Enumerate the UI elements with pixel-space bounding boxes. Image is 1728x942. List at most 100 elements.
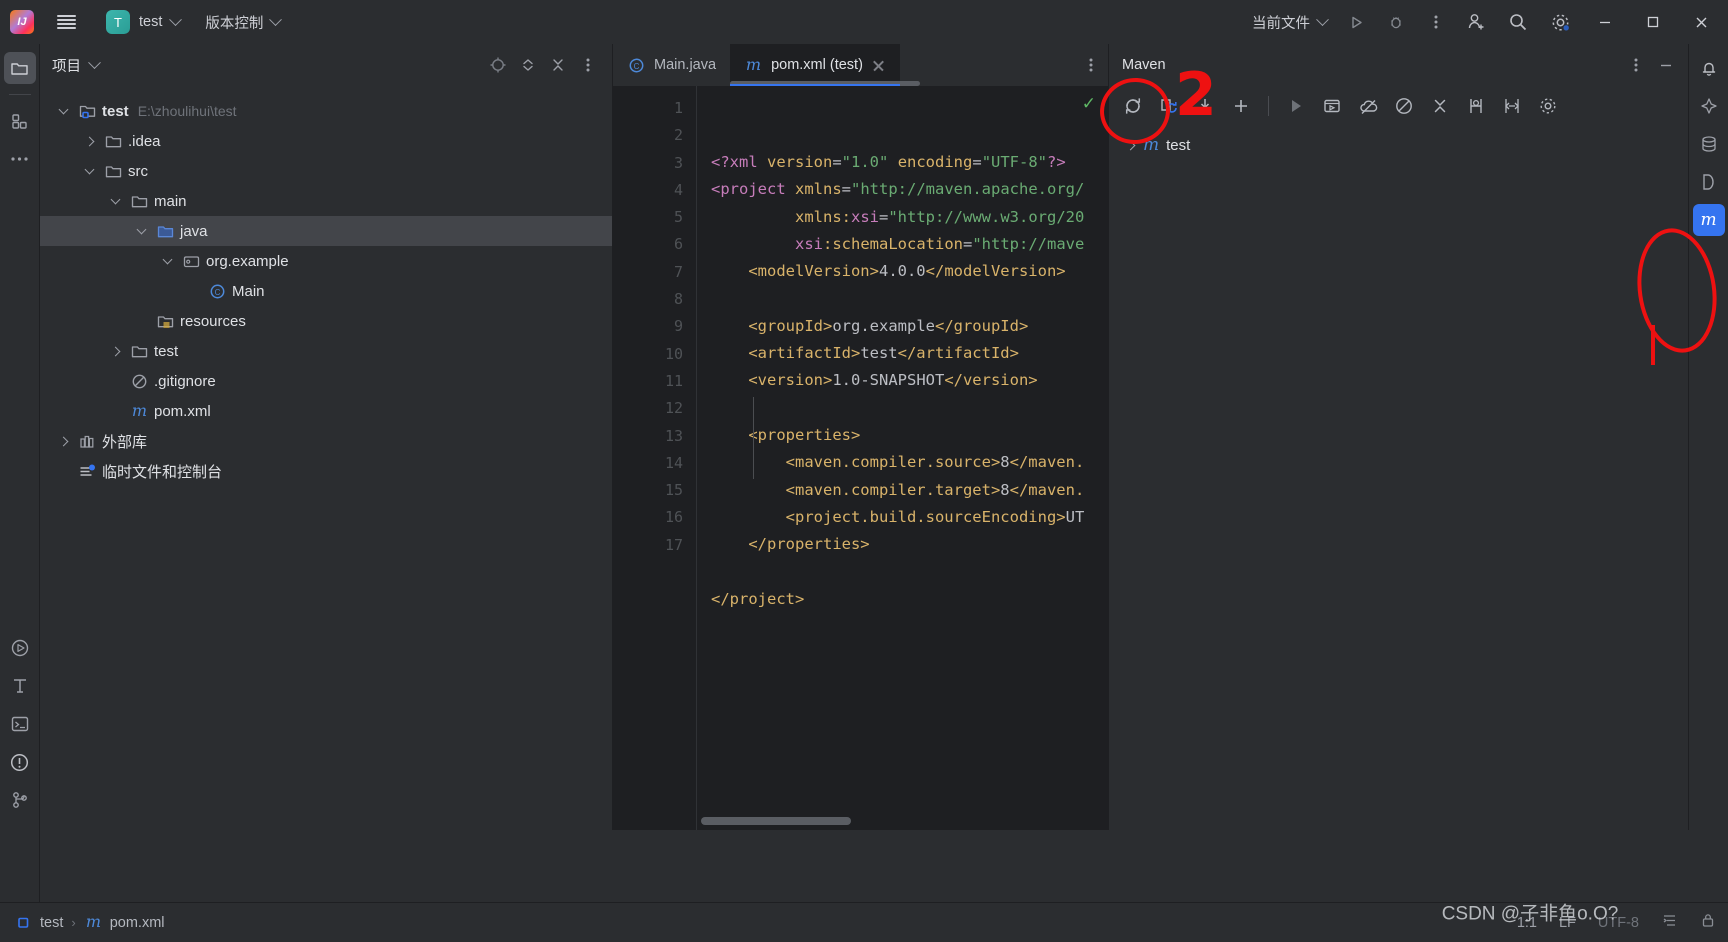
problems-tool-icon[interactable] bbox=[4, 746, 36, 778]
maven-tool-icon[interactable]: m bbox=[1692, 204, 1725, 236]
bottom-strip bbox=[0, 830, 1728, 902]
run-maven-goal-icon[interactable] bbox=[1280, 91, 1312, 121]
dependencies-icon[interactable] bbox=[1693, 166, 1725, 198]
project-tool-icon[interactable] bbox=[3, 52, 36, 84]
editor-tab-pom-xml[interactable]: m pom.xml (test) bbox=[730, 44, 921, 86]
database-icon[interactable] bbox=[1693, 128, 1725, 160]
collapse-all-icon[interactable] bbox=[544, 51, 572, 79]
code-token: 1.0-SNAPSHOT bbox=[832, 371, 945, 390]
show-dependencies-icon[interactable] bbox=[1460, 91, 1492, 121]
notifications-bell-icon[interactable] bbox=[1693, 52, 1725, 84]
tree-item-label: Main bbox=[232, 282, 265, 300]
more-tool-windows-icon[interactable] bbox=[4, 143, 36, 175]
project-tree-item-test[interactable]: test E:\zhoulihui\test bbox=[40, 96, 612, 126]
add-user-icon[interactable] bbox=[1456, 2, 1496, 42]
run-tool-icon[interactable] bbox=[4, 632, 36, 664]
collapse-all-icon[interactable] bbox=[1424, 91, 1456, 121]
chevron-down-icon[interactable] bbox=[88, 55, 101, 69]
maven-projects-tree[interactable]: m test bbox=[1109, 126, 1688, 160]
project-tree-item-resources[interactable]: resources bbox=[40, 306, 612, 336]
vcs-menu[interactable]: 版本控制 bbox=[196, 8, 289, 37]
code-token: <maven.compiler.source> bbox=[785, 453, 1001, 472]
indent-icon[interactable] bbox=[1661, 912, 1678, 933]
lock-icon[interactable] bbox=[1700, 912, 1716, 933]
project-tree-item-外部库[interactable]: 外部库 bbox=[40, 426, 612, 456]
maximize-icon[interactable] bbox=[1630, 0, 1676, 44]
maven-settings-icon[interactable] bbox=[1532, 91, 1564, 121]
chevron-down-icon[interactable] bbox=[50, 104, 76, 116]
hamburger-menu-icon[interactable] bbox=[44, 0, 88, 44]
breadcrumb-label: pom.xml bbox=[109, 914, 165, 931]
generate-sources-update-folders-icon[interactable] bbox=[1153, 91, 1185, 121]
breadcrumb[interactable]: test › m pom.xml bbox=[14, 913, 165, 932]
project-tree-item-test[interactable]: test bbox=[40, 336, 612, 366]
project-selector[interactable]: T test bbox=[98, 7, 188, 37]
project-tree-item-pom.xml[interactable]: m pom.xml bbox=[40, 396, 612, 426]
version-control-tool-icon[interactable] bbox=[4, 784, 36, 816]
maven-project-item-test[interactable]: m test bbox=[1109, 130, 1688, 160]
line-number: 15 bbox=[664, 481, 683, 500]
minimize-icon[interactable] bbox=[1582, 0, 1628, 44]
chevron-down-icon[interactable] bbox=[76, 164, 102, 176]
editor-tab-label: pom.xml (test) bbox=[771, 57, 863, 73]
project-tree-item-java[interactable]: java bbox=[40, 216, 612, 246]
more-vertical-icon[interactable] bbox=[1416, 2, 1456, 42]
code-token: = bbox=[879, 207, 889, 226]
editor-tab-Main-java[interactable]: C Main.java bbox=[613, 44, 730, 86]
inspection-ok-check-icon[interactable]: ✓ bbox=[1082, 94, 1096, 114]
code-token: 8 bbox=[1000, 480, 1010, 499]
code-token: = bbox=[962, 234, 973, 253]
run-icon[interactable] bbox=[1336, 2, 1376, 42]
structure-tool-icon[interactable] bbox=[4, 105, 36, 137]
ai-assistant-icon[interactable] bbox=[1693, 90, 1725, 122]
reload-all-maven-projects-icon[interactable] bbox=[1117, 91, 1149, 121]
project-tree-item-main[interactable]: main bbox=[40, 186, 612, 216]
code-editor[interactable]: 1 2 3 4 5 6 7 8 9 10 11 12 13 14 15 16 17 <?xml version=… bbox=[613, 86, 1108, 830]
chevron-right-icon[interactable] bbox=[76, 136, 102, 146]
code-token: test bbox=[860, 344, 898, 363]
code-token: "1.0" bbox=[841, 153, 889, 171]
hide-tool-window-icon[interactable] bbox=[1652, 51, 1680, 79]
select-opened-file-icon[interactable] bbox=[484, 51, 512, 79]
chevron-right-icon[interactable] bbox=[50, 436, 76, 446]
add-maven-project-icon[interactable] bbox=[1225, 91, 1257, 121]
toggle-offline-mode-icon[interactable] bbox=[1352, 91, 1384, 121]
expand-collapse-icon[interactable] bbox=[514, 51, 542, 79]
breadcrumb-separator: › bbox=[71, 915, 76, 930]
skip-tests-icon[interactable] bbox=[1388, 91, 1420, 121]
project-tree-item-Main[interactable]: C Main bbox=[40, 276, 612, 306]
project-tree-item-临时文件和控制台[interactable]: 临时文件和控制台 bbox=[40, 456, 612, 486]
editor-horizontal-scrollbar[interactable] bbox=[701, 817, 851, 825]
expand-diagram-icon[interactable] bbox=[1496, 91, 1528, 121]
project-tree[interactable]: test E:\zhoulihui\test .idea src main java org… bbox=[40, 86, 612, 486]
package-icon bbox=[180, 252, 202, 271]
more-vertical-icon[interactable] bbox=[1074, 44, 1108, 86]
close-icon[interactable] bbox=[1678, 0, 1724, 44]
close-icon[interactable] bbox=[871, 58, 886, 73]
code-content[interactable]: <?xml version="1.0" encoding="UTF-8"?> <p… bbox=[697, 86, 1108, 830]
search-icon[interactable] bbox=[1498, 2, 1538, 42]
debug-icon[interactable] bbox=[1376, 2, 1416, 42]
terminal-tool-icon[interactable] bbox=[4, 708, 36, 740]
breadcrumb-item-pom-xml[interactable]: m pom.xml bbox=[84, 913, 165, 932]
build-tool-icon[interactable] bbox=[4, 670, 36, 702]
chevron-down-icon[interactable] bbox=[128, 224, 154, 236]
execute-maven-goal-icon[interactable] bbox=[1316, 91, 1348, 121]
options-menu-icon[interactable] bbox=[574, 51, 602, 79]
project-tree-item-org.example[interactable]: org.example bbox=[40, 246, 612, 276]
breadcrumb-item-test[interactable]: test bbox=[14, 913, 63, 932]
chevron-right-icon[interactable] bbox=[102, 346, 128, 356]
download-sources-icon[interactable] bbox=[1189, 91, 1221, 121]
chevron-right-icon[interactable] bbox=[1117, 140, 1143, 150]
external-libraries-icon bbox=[76, 432, 98, 451]
project-tree-item-.idea[interactable]: .idea bbox=[40, 126, 612, 156]
chevron-down-icon[interactable] bbox=[102, 194, 128, 206]
run-configuration-selector[interactable]: 当前文件 bbox=[1243, 8, 1336, 37]
project-tree-item-src[interactable]: src bbox=[40, 156, 612, 186]
options-menu-icon[interactable] bbox=[1622, 51, 1650, 79]
project-tree-item-.gitignore[interactable]: .gitignore bbox=[40, 366, 612, 396]
settings-gear-icon[interactable] bbox=[1540, 2, 1580, 42]
chevron-down-icon[interactable] bbox=[154, 254, 180, 266]
